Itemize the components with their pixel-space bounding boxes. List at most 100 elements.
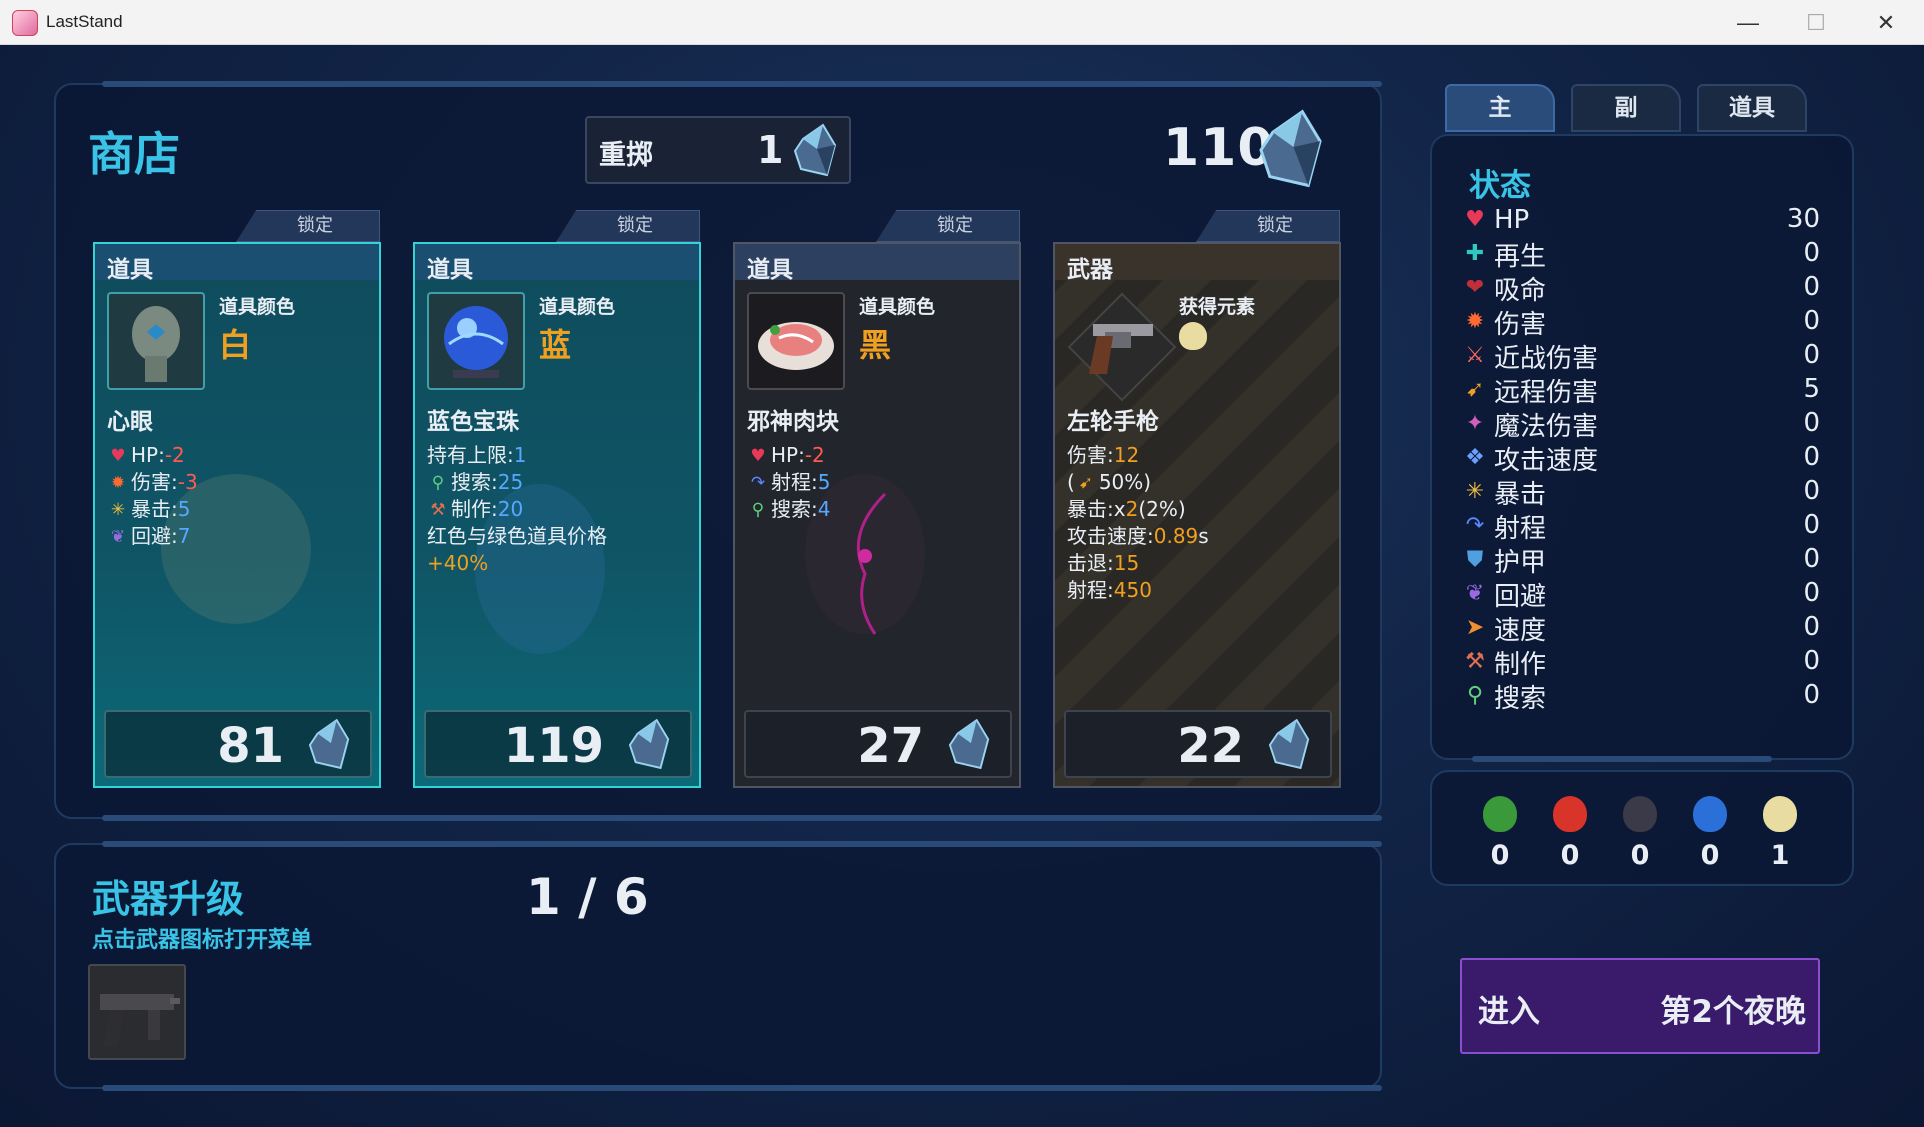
element-count: 0: [1700, 840, 1720, 871]
tab-main[interactable]: 主: [1445, 84, 1555, 132]
status-value: 0: [1803, 544, 1820, 574]
stat-value: 0.89: [1153, 524, 1199, 548]
status-value: 0: [1803, 680, 1820, 710]
tab-secondary[interactable]: 副: [1571, 84, 1681, 132]
stat-label: 暴击:: [131, 497, 178, 521]
shop-card-3[interactable]: 道具 道具颜色 黑 邪神肉块 ♥ HP: -2 ↷ 射程: 5 ⚲ 搜索: 4 27: [733, 242, 1021, 788]
dark-element-icon: [1623, 796, 1657, 832]
stat-row: +40%: [427, 550, 607, 577]
green-element-icon: [1483, 796, 1517, 832]
item-price: 119: [503, 718, 604, 774]
window-title: LastStand: [46, 12, 123, 31]
lock-button-1[interactable]: 锁定: [236, 210, 380, 242]
reroll-button[interactable]: 重掷 1: [585, 116, 851, 184]
item-color-label: 道具颜色: [539, 296, 616, 318]
speed-icon: ➤: [1465, 615, 1485, 640]
status-row: ✚ 再生 0: [1460, 238, 1820, 272]
element-count: 0: [1630, 840, 1650, 871]
ranged-icon: ➹: [1078, 472, 1093, 493]
stat-row: ↷ 射程: 5: [747, 469, 831, 496]
attack-speed-icon: ❖: [1465, 445, 1485, 470]
stat-row: 持有上限: 1: [427, 442, 607, 469]
blue-element-icon: [1693, 796, 1727, 832]
item-name: 蓝色宝珠: [427, 409, 519, 435]
stat-row: ❦ 回避: 7: [107, 523, 198, 550]
status-title: 状态: [1469, 168, 1531, 204]
status-row: ✦ 魔法伤害 0: [1460, 408, 1820, 442]
status-value: 30: [1786, 204, 1820, 234]
lock-button-4[interactable]: 锁定: [1196, 210, 1340, 242]
stat-value: 4: [817, 497, 831, 521]
stat-value: 5: [817, 470, 831, 494]
stat-label: 回避:: [131, 524, 178, 548]
status-label: HP: [1494, 205, 1530, 235]
shop-card-2[interactable]: 道具 道具颜色 蓝 蓝色宝珠 持有上限: 1 ⚲ 搜索: 25 ⚒ 制作: 20 红色与绿…: [413, 242, 701, 788]
element-counter: 0: [1690, 796, 1730, 871]
status-value: 0: [1803, 442, 1820, 472]
stat-extra: (2%): [1138, 497, 1186, 521]
weapon-upgrade-panel: [54, 841, 1382, 1091]
smg-icon: [100, 994, 180, 1046]
stat-value: 5: [177, 497, 191, 521]
tab-items[interactable]: 道具: [1697, 84, 1807, 132]
range-icon: ↷: [750, 472, 766, 493]
stat-label: 伤害:: [131, 470, 178, 494]
stat-value: 1: [513, 443, 527, 467]
damage-icon: ✹: [1465, 309, 1485, 334]
maximize-button[interactable]: ☐: [1782, 0, 1850, 45]
panel-deco: [1472, 756, 1772, 762]
status-row: ✹ 伤害 0: [1460, 306, 1820, 340]
search-icon: ⚲: [431, 472, 445, 493]
magic-icon: ✦: [1465, 411, 1485, 436]
stat-label: (: [1067, 470, 1075, 494]
close-button[interactable]: ✕: [1852, 0, 1920, 45]
ranged-icon: ➹: [1465, 377, 1485, 402]
buy-button[interactable]: 27: [744, 710, 1012, 778]
status-label: 魔法伤害: [1494, 411, 1599, 442]
panel-deco: [102, 815, 1382, 821]
item-name: 左轮手枪: [1067, 409, 1159, 435]
item-price: 81: [217, 718, 284, 774]
shop-card-1[interactable]: 道具 道具颜色 白 心眼 ♥ HP: -2 ✹ 伤害: -3 ✳ 暴击: 5 ❦ 回避: 7 8…: [93, 242, 381, 788]
element-counter: 0: [1480, 796, 1520, 871]
craft-icon: ⚒: [1465, 649, 1485, 674]
reroll-cost: 1: [757, 128, 784, 172]
status-row: ✳ 暴击 0: [1460, 476, 1820, 510]
revolver-icon: [1067, 292, 1177, 402]
buy-button[interactable]: 81: [104, 710, 372, 778]
stat-label: 攻击速度:: [1067, 524, 1154, 548]
weapon-stats: 伤害: 12 (➹ 50%) 暴击:x 2 (2%) 攻击速度: 0.89 s 击退: 15 …: [1067, 442, 1209, 604]
buy-button[interactable]: 22: [1064, 710, 1332, 778]
status-value: 0: [1803, 646, 1820, 676]
lock-button-3[interactable]: 锁定: [876, 210, 1020, 242]
status-value: 0: [1803, 340, 1820, 370]
status-label: 制作: [1494, 649, 1547, 680]
element-counter: 1: [1760, 796, 1800, 871]
stat-row: ✹ 伤害: -3: [107, 469, 198, 496]
lock-button-2[interactable]: 锁定: [556, 210, 700, 242]
shop-card-4[interactable]: 武器 获得元素 左轮手枪 伤害: 12 (➹ 50%) 暴击:x 2 (2%) 攻击速度…: [1053, 242, 1341, 788]
enter-night-button[interactable]: 进入 第2个夜晚: [1460, 958, 1820, 1054]
item-stats: ♥ HP: -2 ✹ 伤害: -3 ✳ 暴击: 5 ❦ 回避: 7: [107, 442, 198, 550]
element-count: 0: [1560, 840, 1580, 871]
element-counter: 0: [1620, 796, 1660, 871]
buy-button[interactable]: 119: [424, 710, 692, 778]
stat-value: -3: [177, 470, 198, 494]
crit-icon: ✳: [1465, 479, 1485, 504]
stat-label: 持有上限:: [427, 443, 514, 467]
minimize-button[interactable]: —: [1714, 0, 1782, 45]
status-row: ➤ 速度 0: [1460, 612, 1820, 646]
element-count: 1: [1770, 840, 1790, 871]
element-counter: 0: [1550, 796, 1590, 871]
item-name: 邪神肉块: [747, 409, 839, 435]
status-label: 回避: [1494, 581, 1547, 612]
stat-label: 搜索:: [451, 470, 498, 494]
heart-icon: ♥: [110, 445, 126, 466]
card-type: 道具: [95, 244, 379, 283]
stat-label: HP:: [771, 443, 805, 467]
stat-value: -2: [164, 443, 185, 467]
stat-value: 15: [1113, 551, 1140, 575]
stat-value: 20: [497, 497, 524, 521]
weapon-slot[interactable]: [88, 964, 186, 1060]
stat-label: 暴击:x: [1067, 497, 1126, 521]
